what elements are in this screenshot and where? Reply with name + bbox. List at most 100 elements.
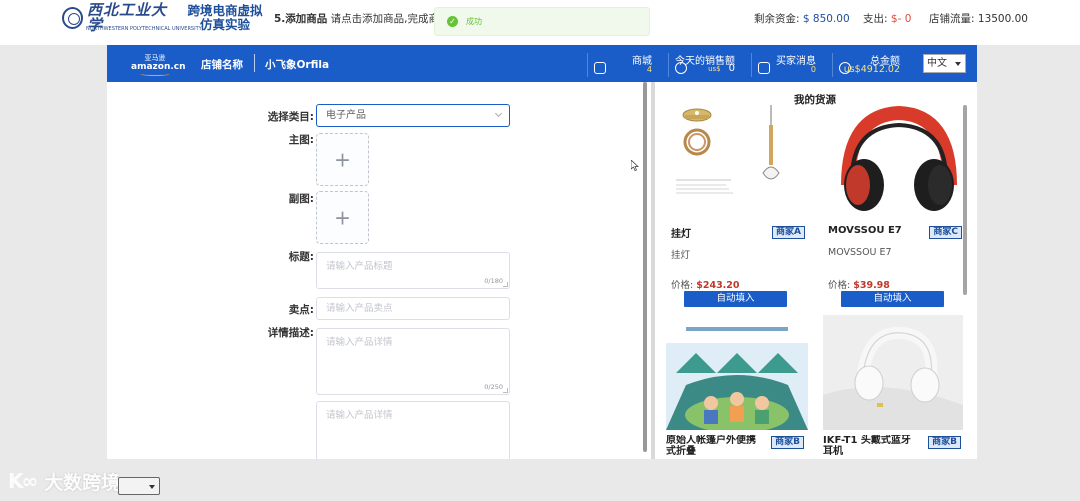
nav-today-sales[interactable]: 今天的销售额 us$ 0: [668, 53, 741, 77]
university-en-name: NORTHWESTERN POLYTECHNICAL UNIVERSITY: [86, 26, 202, 32]
tent-image: [666, 315, 808, 430]
language-value: 中文: [927, 58, 947, 69]
nav-buyer-messages[interactable]: 买家消息 0: [751, 53, 822, 77]
mall-value: 4: [646, 65, 652, 74]
resize-handle-icon[interactable]: [503, 388, 508, 393]
price-value: $243.20: [696, 280, 740, 291]
nav-total-amount[interactable]: 总金额 us$4912.02: [832, 53, 906, 77]
store-traffic: 店铺流量: 13500.00: [929, 11, 1028, 26]
bottom-select[interactable]: [118, 477, 160, 495]
price-value: $39.98: [853, 280, 890, 291]
headphones-image: [841, 105, 957, 211]
funds-label: 剩余资金:: [754, 13, 800, 25]
step-label: 5.添加商品: [274, 13, 328, 25]
goods-card: 挂灯 商家A 挂灯 价格: $243.20 自动填入: [671, 105, 813, 315]
main-image-label: 主图:: [288, 134, 314, 146]
goods-card: MOVSSOU E7 商家C MOVSSOU E7 价格: $39.98 自动填…: [828, 105, 970, 315]
detail-textarea-2[interactable]: 请输入产品详情: [316, 401, 510, 461]
step-instruction: 5.添加商品 请点击添加商品,完成商品: [274, 11, 449, 26]
detail-2-placeholder: 请输入产品详情: [326, 410, 393, 421]
amazon-logo-en: amazon.cn: [131, 62, 186, 72]
caret-down-icon: [955, 62, 961, 66]
app-title: 跨境电商虚拟 仿真实验: [186, 4, 264, 32]
amazon-smile-icon: [140, 72, 170, 76]
app-title-line2: 仿真实验: [199, 17, 250, 32]
expense-label: 支出:: [863, 13, 888, 25]
watermark: K∞ 大数跨境: [8, 466, 120, 496]
category-label: 选择类目:: [267, 111, 314, 123]
shop-name: 小飞象Orfila: [265, 59, 330, 71]
toast-message: 成功: [466, 17, 482, 26]
amazon-logo[interactable]: 亚马逊 amazon.cn: [131, 54, 186, 76]
title-char-count: 0/180: [484, 277, 503, 285]
plus-icon: +: [334, 205, 351, 230]
category-select[interactable]: 电子产品: [316, 104, 510, 127]
remaining-funds: 剩余资金: $ 850.00: [754, 11, 850, 26]
sales-value: 0: [728, 63, 735, 74]
merchant-badge: 商家B: [771, 436, 804, 449]
store-name-label: 店铺名称: [201, 59, 243, 71]
sales-value-wrap: us$ 0: [708, 63, 735, 74]
my-goods-panel: 我的货源 挂灯 商家A 挂灯 价格: $243.20 自动填入 MOVSSOU …: [655, 82, 977, 459]
total-value: us$4912.02: [843, 64, 900, 75]
app-frame: 亚马逊 amazon.cn 店铺名称 小飞象Orfila 商城 4 今天的销售额…: [107, 45, 977, 461]
product-desc: 挂灯: [671, 250, 691, 261]
goods-card: IKF-T1 头戴式蓝牙耳机 商家B: [823, 315, 965, 459]
merchant-badge: 商家A: [772, 226, 805, 239]
expense: 支出: $- 0: [863, 11, 911, 26]
autofill-button[interactable]: 自动填入: [684, 291, 787, 307]
title-label: 标题:: [288, 251, 314, 263]
mouse-cursor-icon: [631, 160, 639, 171]
plus-icon: +: [334, 147, 351, 172]
detail-textarea[interactable]: 请输入产品详情 0/250: [316, 328, 510, 395]
step-hint: 请点击添加商品,完成商品: [330, 13, 450, 25]
product-name: 挂灯: [671, 229, 691, 240]
white-headphones-image: [823, 315, 963, 430]
merchant-badge: 商家C: [929, 226, 962, 239]
selling-point-placeholder: 请输入产品卖点: [326, 303, 393, 314]
message-icon: [758, 62, 770, 74]
store-navbar: 亚马逊 amazon.cn 店铺名称 小飞象Orfila 商城 4 今天的销售额…: [107, 45, 977, 82]
price-label: 价格:: [828, 280, 851, 291]
product-image-hanging-lamp: [671, 105, 813, 220]
title-placeholder: 请输入产品标题: [326, 261, 393, 272]
product-image-white-headphones: [823, 315, 963, 430]
product-image-headphones: [828, 105, 970, 220]
sub-image-upload[interactable]: +: [316, 191, 369, 244]
detail-char-count: 0/250: [484, 383, 503, 391]
top-bar: 西北工业大学 NORTHWESTERN POLYTECHNICAL UNIVER…: [0, 0, 1080, 45]
title-textarea[interactable]: 请输入产品标题 0/180: [316, 252, 510, 289]
sub-image-label: 副图:: [288, 193, 314, 205]
app-title-line1: 跨境电商虚拟: [187, 3, 263, 18]
traffic-value: 13500.00: [977, 13, 1028, 25]
nav-mall[interactable]: 商城 4: [587, 53, 658, 77]
nav-separator: [254, 54, 255, 72]
product-desc: MOVSSOU E7: [828, 247, 892, 258]
category-value: 电子产品: [326, 110, 366, 121]
price-label: 价格:: [671, 280, 694, 291]
store-icon: [594, 62, 606, 74]
funds-value: $ 850.00: [802, 13, 850, 25]
detail-placeholder: 请输入产品详情: [326, 337, 393, 348]
product-price: 价格: $39.98: [828, 277, 890, 291]
watermark-logo-icon: K∞: [8, 469, 38, 493]
product-name: 原始人帐篷户外便携式折叠: [666, 435, 756, 457]
success-toast: ✓ 成功: [434, 7, 650, 36]
product-name: MOVSSOU E7: [828, 225, 902, 236]
product-price: 价格: $243.20: [671, 277, 740, 291]
caret-down-icon: [149, 485, 155, 489]
main-image-upload[interactable]: +: [316, 133, 369, 186]
sales-currency: us$: [708, 65, 721, 73]
resize-handle-icon[interactable]: [503, 282, 508, 287]
merchant-badge: 商家B: [928, 436, 961, 449]
autofill-button[interactable]: 自动填入: [841, 291, 944, 307]
university-seal-icon: [62, 7, 84, 29]
check-circle-icon: ✓: [447, 16, 458, 27]
selling-point-input[interactable]: 请输入产品卖点: [316, 297, 510, 320]
chevron-down-icon: [494, 109, 503, 118]
product-name: IKF-T1 头戴式蓝牙耳机: [823, 435, 911, 457]
form-scrollbar[interactable]: [643, 82, 647, 452]
selling-point-label: 卖点:: [288, 304, 314, 316]
language-select[interactable]: 中文: [923, 54, 966, 73]
expense-value: $- 0: [890, 13, 912, 25]
